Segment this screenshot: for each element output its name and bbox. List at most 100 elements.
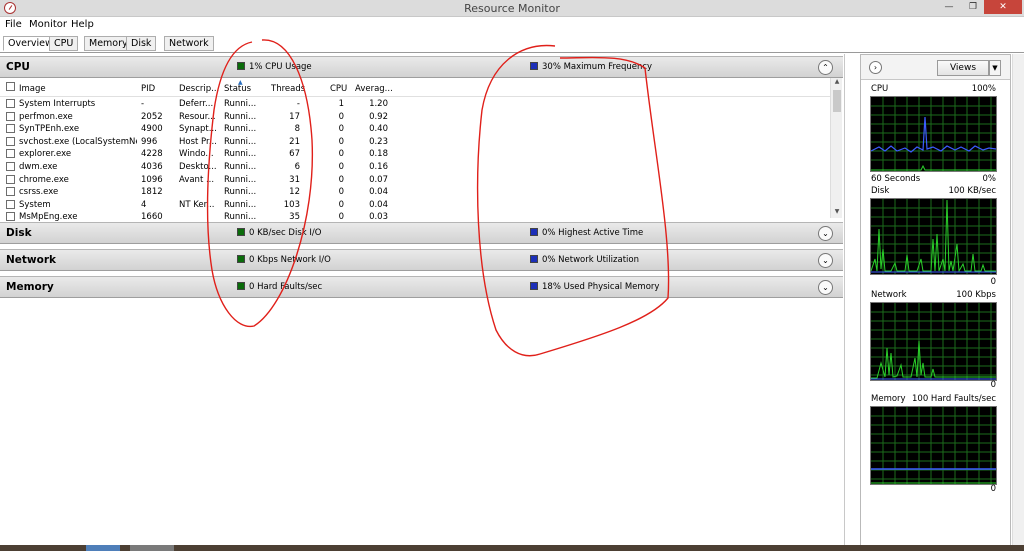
minimize-button[interactable]: — [938,0,960,14]
pid-cell: 4 [141,199,147,210]
network-io-metric: 0 Kbps Network I/O [237,255,331,265]
cpu-graph [870,96,997,172]
description-cell: NT Ker... [179,199,215,210]
pid-cell: 1096 [141,174,163,185]
description-cell: Host Pr... [179,136,217,147]
pid-cell: 996 [141,136,158,147]
overview-pane: CPU 1% CPU Usage 30% Maximum Frequency ⌃… [0,54,845,551]
menu-monitor[interactable]: Monitor [29,19,67,30]
network-graph [870,302,997,381]
taskbar-app-button[interactable] [130,545,174,551]
network-section-header[interactable]: Network 0 Kbps Network I/O 0% Network Ut… [0,249,843,271]
close-button[interactable]: ✕ [984,0,1022,14]
row-checkbox[interactable] [6,111,15,122]
network-graph-canvas [871,303,996,380]
col-threads[interactable]: Threads [271,84,305,94]
description-cell: Avant ... [179,174,215,185]
image-cell: perfmon.exe [19,111,73,122]
pid-cell: 4228 [141,149,163,160]
average-cpu-cell: 0.03 [369,212,388,223]
disk-section-header[interactable]: Disk 0 KB/sec Disk I/O 0% Highest Active… [0,222,843,244]
row-checkbox[interactable] [6,199,15,210]
table-scrollbar[interactable]: ▲ ▼ [830,78,842,218]
cpu-cell: 0 [338,199,344,210]
row-checkbox[interactable] [6,124,15,134]
cpu-section-header[interactable]: CPU 1% CPU Usage 30% Maximum Frequency ⌃ [0,56,843,78]
disk-graph-title: Disk [871,186,890,196]
col-description[interactable]: Descrip... [179,84,219,94]
pid-cell: 4900 [141,124,163,135]
scrollbar-thumb[interactable] [833,90,841,112]
image-cell: svchost.exe (LocalSystemNet... [19,136,137,147]
pid-cell: 1660 [141,212,163,223]
cpu-graph-canvas [871,97,996,171]
threads-cell: 103 [283,199,300,210]
tab-cpu[interactable]: CPU [49,36,79,51]
table-row[interactable]: csrss.exe 1812 Runni... 12 0 0.04 [0,186,830,199]
threads-cell: 6 [294,162,300,172]
legend-swatch [237,255,245,263]
average-cpu-cell: 0.07 [369,174,388,185]
row-checkbox[interactable] [6,136,15,147]
cpu-graph-max: 100% [971,84,996,94]
table-row[interactable]: chrome.exe 1096 Avant ... Runni... 31 0 0.07 [0,174,830,187]
legend-swatch [530,228,538,236]
memory-section-header[interactable]: Memory 0 Hard Faults/sec 18% Used Physic… [0,276,843,298]
taskbar-app-button[interactable] [86,545,120,551]
status-cell: Runni... [224,174,257,185]
status-cell: Runni... [224,136,257,147]
menu-file[interactable]: File [5,19,22,30]
expand-icon[interactable]: ⌄ [818,226,833,241]
cpu-cell: 0 [338,174,344,185]
average-cpu-cell: 0.40 [369,124,388,135]
title-bar: Resource Monitor — ❐ ✕ [0,0,1024,17]
disk-graph-max: 100 KB/sec [948,186,996,196]
row-checkbox[interactable] [6,162,15,172]
table-row[interactable]: dwm.exe 4036 Deskto... Runni... 6 0 0.16 [0,161,830,174]
table-row[interactable]: svchost.exe (LocalSystemNet... 996 Host Pr… [0,136,830,149]
collapse-icon[interactable]: ⌃ [818,60,833,75]
table-row[interactable]: SynTPEnh.exe 4900 Synapt... Runni... 8 0 0.40 [0,123,830,136]
section-title: CPU [6,61,30,73]
expand-panel-icon[interactable]: › [869,61,882,74]
average-cpu-cell: 0.18 [369,149,388,160]
row-checkbox[interactable] [6,99,15,109]
pid-cell: 1812 [141,187,163,198]
row-checkbox[interactable] [6,174,15,185]
col-pid[interactable]: PID [141,84,155,94]
section-title: Memory [6,281,54,293]
legend-swatch [530,62,538,70]
memory-graph [870,406,997,485]
row-checkbox[interactable] [6,187,15,197]
scroll-down-icon[interactable]: ▼ [831,208,843,218]
network-utilization-metric: 0% Network Utilization [530,255,639,265]
legend-swatch [530,255,538,263]
expand-icon[interactable]: ⌄ [818,253,833,268]
select-all-checkbox[interactable] [6,82,15,92]
col-average-cpu[interactable]: Averag... [355,84,393,94]
expand-icon[interactable]: ⌄ [818,280,833,295]
row-checkbox[interactable] [6,149,15,159]
graphs-pane: › Views ▼ CPU 100% 60 Seconds 0% Disk 10… [860,54,1011,551]
threads-cell: 12 [289,187,300,198]
col-image[interactable]: Image [19,84,46,94]
views-dropdown-icon[interactable]: ▼ [989,60,1001,76]
restore-button[interactable]: ❐ [962,0,984,14]
table-row[interactable]: explorer.exe 4228 Windo... Runni... 67 0 0.18 [0,148,830,161]
tab-disk[interactable]: Disk [126,36,157,51]
description-cell: Windo... [179,149,214,160]
scroll-up-icon[interactable]: ▲ [831,78,843,88]
table-row[interactable]: System 4 NT Ker... Runni... 103 0 0.04 [0,199,830,212]
row-checkbox[interactable] [6,212,15,222]
status-cell: Runni... [224,149,257,160]
table-row[interactable]: perfmon.exe 2052 Resour... Runni... 17 0 0.92 [0,111,830,124]
graphs-scrollbar[interactable] [1012,54,1024,551]
col-cpu[interactable]: CPU [330,84,347,94]
tab-network[interactable]: Network [164,36,214,51]
views-button[interactable]: Views [937,60,989,76]
status-cell: Runni... [224,187,257,198]
table-row[interactable]: System Interrupts - Deferr... Runni... - 1 1.2… [0,98,830,111]
menu-help[interactable]: Help [71,19,94,30]
threads-cell: 21 [289,136,300,147]
memory-graph-title: Memory [871,394,906,404]
